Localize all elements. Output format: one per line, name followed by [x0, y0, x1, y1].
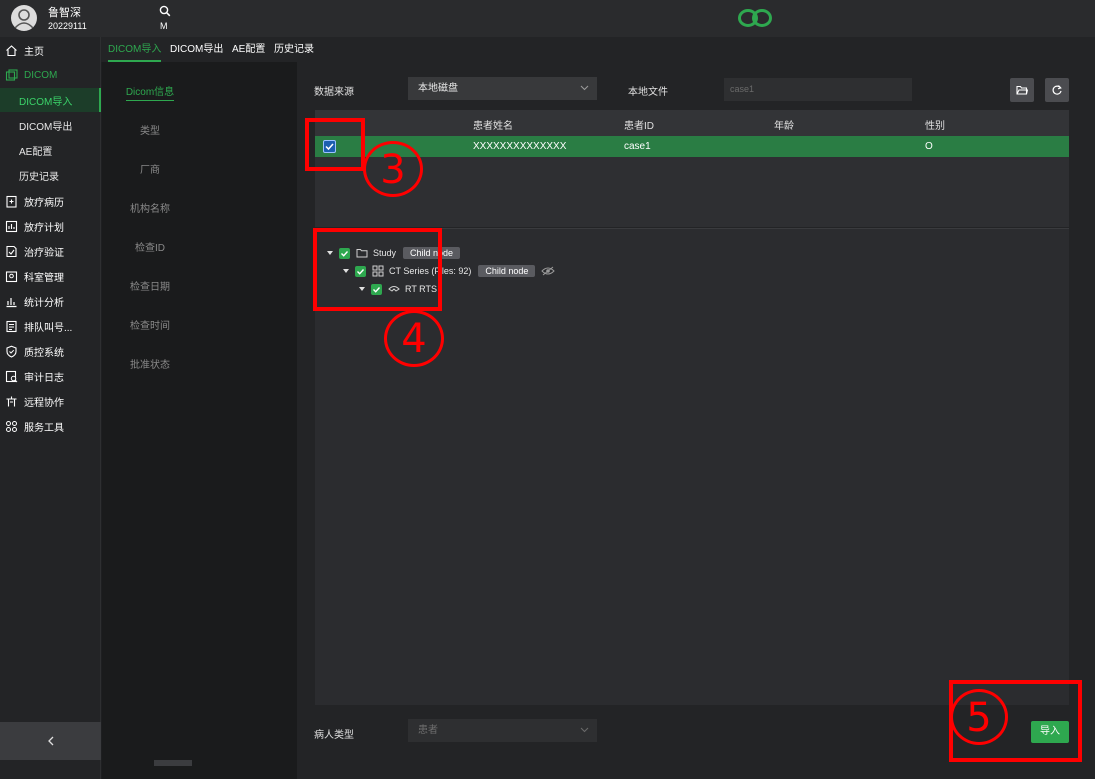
search-shortcut-letter: M	[160, 21, 168, 31]
module-tabs: DICOM导入 DICOM导出 AE配置 历史记录	[101, 37, 1095, 62]
remote-icon	[6, 396, 17, 406]
sidebar-sub-ae-config[interactable]: AE配置	[0, 138, 101, 162]
patient-table-header: 患者姓名 患者ID 年龄 性别	[315, 110, 1069, 136]
sidebar: 主页 DICOM DICOM导入 DICOM导出 AE配置 历史记录 放疗病历 …	[0, 37, 101, 779]
sidebar-item-plan[interactable]: 放疗计划	[0, 215, 101, 237]
patient-table: 患者姓名 患者ID 年龄 性别 XXXXXXXXXXXXXX case1 O	[315, 110, 1069, 227]
info-field-institution: 机构名称	[130, 204, 170, 215]
sidebar-item-label: 质控系统	[24, 347, 64, 359]
chart-icon	[6, 297, 17, 307]
info-field-type: 类型	[140, 126, 160, 137]
sidebar-item-audit[interactable]: 审计日志	[0, 365, 101, 387]
sidebar-item-label: 服务工具	[24, 422, 64, 434]
user-id: 20229111	[48, 21, 87, 31]
verify-icon	[6, 245, 17, 257]
sidebar-item-tools[interactable]: 服务工具	[0, 415, 101, 437]
cell-patient-id: case1	[624, 141, 651, 152]
record-icon	[6, 195, 17, 208]
info-field-study-date: 检查日期	[130, 282, 170, 293]
patient-type-value: 患者	[418, 725, 438, 736]
sidebar-item-label: 主页	[24, 46, 44, 58]
column-header-id: 患者ID	[624, 121, 654, 132]
tab-dicom-export[interactable]: DICOM导出	[170, 37, 223, 62]
open-folder-button[interactable]	[1010, 78, 1034, 102]
tab-dicom-import[interactable]: DICOM导入	[108, 37, 162, 62]
info-field-approval: 批准状态	[130, 360, 170, 371]
sidebar-item-label: 放疗病历	[24, 197, 64, 209]
series-child-node-tag: Child node	[478, 265, 536, 277]
sidebar-item-dicom[interactable]: DICOM	[0, 64, 101, 86]
column-header-sex: 性别	[925, 121, 945, 132]
sidebar-item-label: 放疗计划	[24, 222, 64, 234]
info-heading[interactable]: Dicom信息	[102, 83, 198, 101]
tools-icon	[6, 420, 17, 432]
tab-history[interactable]: 历史记录	[274, 37, 314, 62]
queue-icon	[6, 320, 17, 332]
plan-icon	[5, 220, 18, 232]
local-file-input[interactable]: case1	[724, 78, 912, 101]
column-header-name: 患者姓名	[473, 121, 513, 132]
folder-open-icon	[1016, 85, 1028, 95]
horizontal-scrollbar[interactable]	[154, 760, 192, 766]
sidebar-item-quality[interactable]: 质控系统	[0, 340, 101, 362]
sidebar-item-remote[interactable]: 远程协作	[0, 390, 101, 412]
eye-hidden-icon[interactable]	[541, 266, 556, 276]
user-name: 鲁智深	[48, 7, 81, 19]
sidebar-collapse-button[interactable]	[0, 722, 101, 760]
sidebar-item-label: 科室管理	[24, 272, 64, 284]
cell-patient-sex: O	[925, 141, 933, 152]
sidebar-item-label: 统计分析	[24, 297, 64, 309]
sidebar-item-verify[interactable]: 治疗验证	[0, 240, 101, 262]
search-icon[interactable]	[159, 5, 171, 17]
avatar[interactable]	[11, 5, 37, 31]
user-avatar-icon	[14, 9, 34, 29]
refresh-button[interactable]	[1045, 78, 1069, 102]
sidebar-item-label: 治疗验证	[24, 247, 64, 259]
home-icon	[6, 44, 17, 56]
sidebar-sub-history[interactable]: 历史记录	[0, 163, 101, 187]
annotation-number-5: 5	[950, 689, 1008, 745]
patient-type-label: 病人类型	[314, 730, 354, 741]
sidebar-sub-dicom-export[interactable]: DICOM导出	[0, 113, 101, 137]
info-field-vendor: 厂商	[140, 165, 160, 176]
sidebar-item-label: 审计日志	[24, 372, 64, 384]
info-heading-label: Dicom信息	[125, 87, 175, 101]
sidebar-item-department[interactable]: 科室管理	[0, 265, 101, 287]
source-label: 数据来源	[314, 87, 354, 98]
tab-ae-config[interactable]: AE配置	[232, 37, 265, 62]
department-icon	[5, 270, 18, 282]
sidebar-item-statistics[interactable]: 统计分析	[0, 290, 101, 312]
chevron-left-icon	[47, 736, 53, 746]
cell-patient-name: XXXXXXXXXXXXXX	[473, 141, 567, 152]
source-select-value: 本地磁盘	[418, 83, 458, 94]
dicom-info-panel: Dicom信息 类型 厂商 机构名称 检查ID 检查日期 检查时间 批准状态	[102, 62, 297, 779]
chevron-down-icon	[580, 727, 589, 733]
table-row[interactable]: XXXXXXXXXXXXXX case1 O	[315, 136, 1069, 157]
sidebar-item-label: 排队叫号...	[24, 322, 73, 334]
annotation-number-3: 3	[363, 141, 423, 197]
info-field-study-id: 检查ID	[135, 243, 165, 254]
top-bar: 鲁智深 20229111 M	[0, 0, 1095, 37]
sidebar-sub-dicom-import[interactable]: DICOM导入	[0, 88, 101, 112]
dicom-icon	[5, 68, 18, 81]
info-field-study-time: 检查时间	[130, 321, 170, 332]
sidebar-item-queue[interactable]: 排队叫号...	[0, 315, 101, 337]
annotation-box-3	[305, 118, 365, 171]
refresh-icon	[1052, 85, 1062, 95]
sidebar-item-label: 远程协作	[24, 397, 64, 409]
app-logo-icon	[738, 9, 772, 27]
audit-icon	[5, 370, 18, 382]
source-select[interactable]: 本地磁盘	[408, 77, 597, 100]
sidebar-item-label: DICOM	[24, 69, 58, 81]
patient-type-select[interactable]: 患者	[408, 719, 597, 742]
chevron-down-icon	[580, 85, 589, 91]
sidebar-item-records[interactable]: 放疗病历	[0, 190, 101, 212]
annotation-box-4	[313, 228, 442, 311]
local-file-label: 本地文件	[628, 87, 668, 98]
column-header-age: 年龄	[774, 121, 794, 132]
annotation-number-4: 4	[384, 310, 444, 367]
shield-icon	[6, 345, 17, 358]
sidebar-item-home[interactable]: 主页	[0, 39, 101, 61]
